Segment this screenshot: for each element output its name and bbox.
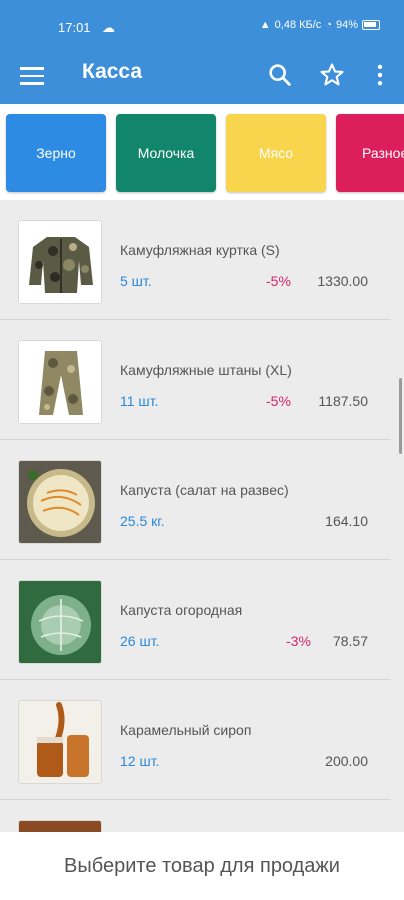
product-row[interactable]: Камуфляжные штаны (XL) 11 шт. -5% 1187.5… [0,320,390,440]
status-icons: ▲ 0,48 КБ/с ◔ 94% [260,19,380,31]
product-row[interactable]: Карамельный сироп 12 шт. 200.00 [0,680,390,800]
search-icon[interactable] [266,61,294,89]
product-quantity: 26 шт. [120,633,160,649]
product-name: Камуфляжная куртка (S) [120,242,280,258]
product-list: Камуфляжная куртка (S) 5 шт. -5% 1330.00… [0,200,404,832]
product-row[interactable]: Капуста (салат на развес) 25.5 кг. 164.1… [0,440,390,560]
menu-icon[interactable] [20,64,44,85]
scrollbar[interactable] [399,378,402,454]
category-label: Мясо [258,145,294,161]
page-title: Касса [82,60,143,83]
footer-text: Выберите товар для продажи [64,854,340,877]
cloud-icon: ☁ [102,20,115,35]
product-image-partial [18,820,102,832]
product-discount: -5% [266,393,291,409]
category-label: Разное [362,145,404,161]
category-dairy[interactable]: Молочка [116,114,216,192]
product-name: Камуфляжные штаны (XL) [120,362,292,378]
star-icon[interactable] [318,61,346,89]
product-discount: -3% [286,633,311,649]
category-label: Молочка [137,145,195,161]
product-row[interactable]: Камуфляжная куртка (S) 5 шт. -5% 1330.00 [0,200,390,320]
product-price: 78.57 [332,633,368,649]
category-meat[interactable]: Мясо [226,114,326,192]
category-label: Зерно [36,145,76,161]
battery-icon [362,20,380,30]
toolbar: Касса [0,50,404,104]
battery-text: 94% [335,19,358,31]
category-misc[interactable]: Разное [336,114,404,192]
product-name: Капуста (салат на развес) [120,482,289,498]
more-vert-icon[interactable] [366,61,394,89]
product-image-caramel-syrup [18,700,102,784]
app-bar: 17:01 ☁ ▲ 0,48 КБ/с ◔ 94% Касса [0,0,404,104]
product-row[interactable] [0,800,390,832]
product-image-camo-pants [18,340,102,424]
product-quantity: 5 шт. [120,273,152,289]
status-time: 17:01 [58,20,91,35]
product-quantity: 25.5 кг. [120,513,165,529]
signal-icon: ▲ [259,19,271,31]
product-price: 1330.00 [317,273,368,289]
speed-text: 0,48 КБ/с [274,19,322,31]
status-bar: 17:01 ☁ ▲ 0,48 КБ/с ◔ 94% [0,0,404,50]
product-price: 164.10 [325,513,368,529]
product-row[interactable]: Капуста огородная 26 шт. -3% 78.57 [0,560,390,680]
product-price: 1187.50 [318,393,368,409]
wifi-icon: ◔ [325,19,332,31]
product-name: Капуста огородная [120,602,243,618]
product-price: 200.00 [325,753,368,769]
product-quantity: 12 шт. [120,753,160,769]
product-name: Карамельный сироп [120,722,252,738]
category-grain[interactable]: Зерно [6,114,106,192]
category-strip: Зерно Молочка Мясо Разное [0,104,404,200]
product-quantity: 11 шт. [120,393,159,409]
product-image-camo-jacket [18,220,102,304]
product-image-cabbage [18,580,102,664]
footer-hint: Выберите товар для продажи [0,832,404,900]
product-image-cabbage-salad [18,460,102,544]
product-discount: -5% [266,273,291,289]
